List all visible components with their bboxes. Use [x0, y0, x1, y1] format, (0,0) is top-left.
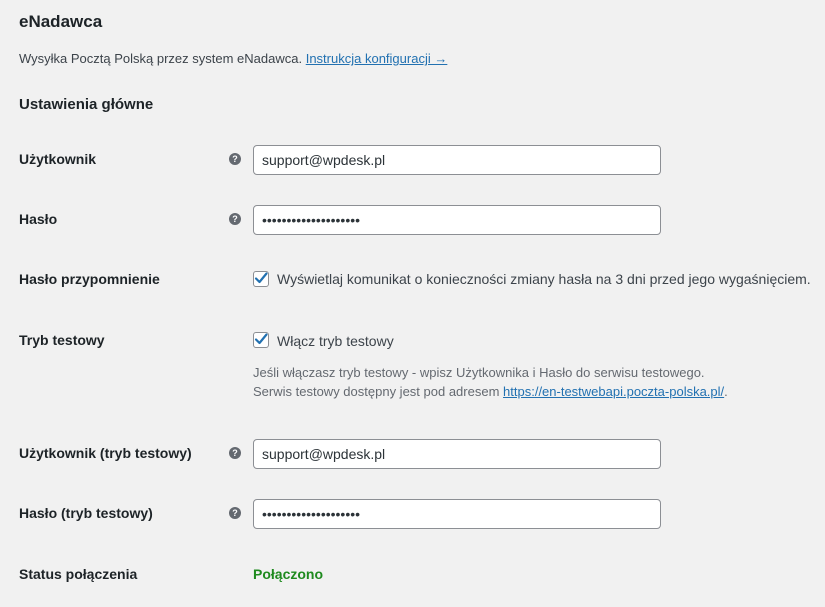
test-mode-description-suffix: .	[724, 384, 728, 399]
intro-text: Wysyłka Pocztą Polską przez system eNada…	[19, 51, 447, 66]
test-password-label: Hasło (tryb testowy)	[19, 505, 153, 521]
section-title: Ustawienia główne	[19, 96, 154, 113]
help-icon[interactable]: ?	[229, 507, 241, 519]
test-mode-description: Jeśli włączasz tryb testowy - wpisz Użyt…	[253, 363, 728, 401]
password-input[interactable]	[253, 205, 661, 235]
help-icon[interactable]: ?	[229, 153, 241, 165]
test-user-input[interactable]	[253, 439, 661, 469]
intro-description: Wysyłka Pocztą Polską przez system eNada…	[19, 51, 303, 66]
test-mode-label: Tryb testowy	[19, 332, 105, 348]
password-label: Hasło	[19, 211, 58, 227]
help-icon[interactable]: ?	[229, 447, 241, 459]
password-reminder-checkbox[interactable]	[253, 271, 269, 287]
user-label: Użytkownik	[19, 151, 97, 167]
user-input[interactable]	[253, 145, 661, 175]
test-mode-description-line1: Jeśli włączasz tryb testowy - wpisz Użyt…	[253, 365, 705, 380]
test-user-label: Użytkownik (tryb testowy)	[19, 445, 192, 461]
connection-status-label: Status połączenia	[19, 566, 138, 582]
password-reminder-label: Hasło przypomnienie	[19, 271, 160, 287]
test-mode-checkbox[interactable]	[253, 332, 269, 348]
connection-status-value: Połączono	[253, 566, 324, 582]
help-icon[interactable]: ?	[229, 213, 241, 225]
password-reminder-checkbox-label[interactable]: Wyświetlaj komunikat o konieczności zmia…	[277, 271, 811, 287]
page-heading: eNadawca	[19, 12, 103, 31]
checkmark-icon	[254, 333, 268, 345]
checkmark-icon	[254, 272, 268, 284]
test-mode-description-prefix: Serwis testowy dostępny jest pod adresem	[253, 384, 500, 399]
configuration-guide-link[interactable]: Instrukcja konfiguracji →	[306, 51, 448, 66]
test-service-link[interactable]: https://en-testwebapi.poczta-polska.pl/	[503, 384, 724, 399]
test-mode-checkbox-label[interactable]: Włącz tryb testowy	[277, 333, 394, 349]
test-password-input[interactable]	[253, 499, 661, 529]
test-mode-description-line2: Serwis testowy dostępny jest pod adresem…	[253, 382, 728, 401]
